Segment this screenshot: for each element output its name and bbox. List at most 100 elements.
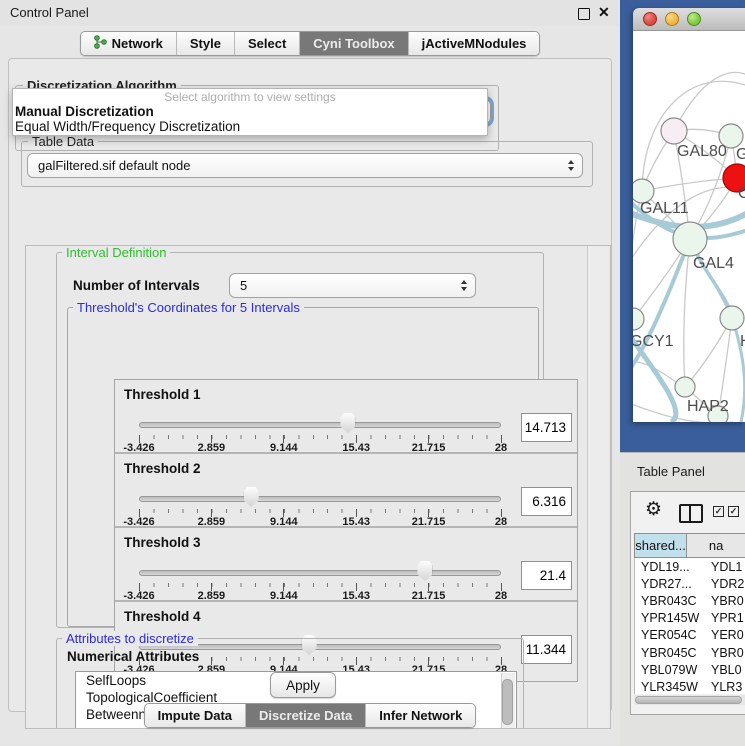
tab-select[interactable]: Select (234, 32, 299, 55)
network-node[interactable] (675, 377, 695, 397)
apply-button[interactable]: Apply (270, 672, 336, 698)
slider-thumb[interactable] (244, 487, 259, 507)
network-node-label: GA (736, 146, 745, 163)
slider-tick-label: 2.859 (198, 516, 226, 528)
tab-style[interactable]: Style (176, 32, 234, 55)
shared-name-cell[interactable]: YBL079W (635, 663, 707, 677)
close-icon[interactable]: ✕ (598, 4, 610, 21)
slider-thumb[interactable] (417, 561, 432, 581)
zoom-traffic-light-icon[interactable] (687, 12, 701, 26)
shared-name-cell[interactable]: YDR27... (635, 577, 707, 591)
slider-track[interactable] (139, 422, 501, 428)
tab-network[interactable]: Network (81, 32, 176, 55)
horizontal-scrollbar[interactable] (634, 695, 745, 705)
name-cell[interactable]: YDL1 (707, 560, 742, 574)
checkbox-icon[interactable]: ✓ (713, 506, 724, 517)
table-row[interactable]: YLR345WYLR3 (635, 678, 745, 694)
slider-tick-label: 9.144 (270, 590, 298, 602)
table-row[interactable]: YER054CYER0 (635, 627, 745, 644)
name-cell[interactable]: YBR0 (707, 646, 744, 660)
horizontal-scrollbar-thumb[interactable] (635, 696, 742, 704)
slider-minor-ticks (139, 509, 501, 513)
network-node[interactable] (633, 308, 644, 330)
threshold-value-field[interactable] (521, 413, 572, 442)
tab-label: Discretize Data (259, 708, 352, 723)
network-edge[interactable] (684, 239, 690, 387)
minimize-traffic-light-icon[interactable] (665, 12, 679, 26)
threshold-value-field[interactable] (521, 635, 572, 664)
tab-label: Network (112, 36, 163, 51)
tab-infer-network[interactable]: Infer Network (365, 704, 475, 727)
gear-icon[interactable]: ⚙ (645, 500, 662, 519)
combo-arrows-icon (461, 274, 467, 297)
shared-name-cell[interactable]: YBR043C (635, 594, 707, 608)
slider-track[interactable] (139, 570, 501, 576)
slider-thumb[interactable] (340, 413, 355, 433)
table-header-row: shared... na (634, 533, 745, 558)
table-row[interactable]: YBR043CYBR0 (635, 592, 745, 609)
table-row[interactable]: YPR145WYPR1 (635, 610, 745, 627)
name-cell[interactable]: YBR0 (707, 594, 744, 608)
tab-jactivemnodules[interactable]: jActiveMNodules (408, 32, 540, 55)
name-cell[interactable]: YER0 (707, 628, 744, 642)
table-row[interactable]: YDR27...YDR2 (635, 575, 745, 592)
network-node[interactable] (720, 306, 744, 330)
network-icon (94, 35, 107, 52)
table-data-combo[interactable]: galFiltered.sif default node (27, 153, 583, 178)
network-edge[interactable] (674, 72, 745, 131)
threshold-panel: Threshold 2-3.4262.8599.14415.4321.71528 (115, 454, 577, 528)
attributes-group-title: Attributes to discretize (62, 631, 198, 646)
close-traffic-light-icon[interactable] (643, 12, 657, 26)
control-panel: Control Panel ✕ Network StyleSelectCyni T… (0, 0, 620, 745)
shared-name-cell[interactable]: YER054C (635, 628, 707, 642)
tab-label: Infer Network (379, 708, 462, 723)
control-panel-title: Control Panel (10, 5, 89, 20)
shared-name-cell[interactable]: YBR045C (635, 646, 707, 660)
threshold-value-field[interactable] (521, 561, 572, 590)
settings-scroll-viewport: Interval Definition Number of Intervals … (25, 245, 611, 729)
threshold-slider[interactable]: -3.4262.8599.14415.4321.71528 (139, 380, 501, 454)
slider-tick-label: 2.859 (198, 442, 226, 454)
network-node[interactable] (661, 118, 687, 144)
column-header-shared-name[interactable]: shared... (634, 533, 687, 558)
slider-tick-label: -3.426 (123, 590, 154, 602)
combo-arrows-icon (568, 154, 574, 177)
control-panel-titlebar: Control Panel ✕ (0, 0, 620, 26)
shared-name-cell[interactable]: YLR345W (635, 680, 707, 694)
checkbox-icon[interactable]: ✓ (728, 506, 739, 517)
tab-impute-data[interactable]: Impute Data (145, 704, 245, 727)
name-cell[interactable]: YBL0 (707, 663, 742, 677)
float-window-icon[interactable] (578, 8, 590, 20)
network-canvas[interactable]: GAL80GACGAL11GAL4GCY1HHAP2 (633, 31, 745, 422)
threshold-slider[interactable]: -3.4262.8599.14415.4321.71528 (139, 454, 501, 528)
table-row[interactable]: YBR045CYBR0 (635, 644, 745, 661)
table-rows[interactable]: YDL19...YDL1YDR27...YDR2YBR043CYBR0YPR14… (634, 558, 745, 694)
slider-track[interactable] (139, 496, 501, 502)
shared-name-cell[interactable]: YPR145W (635, 611, 707, 625)
thresholds-group: Threshold's Coordinates for 5 Intervals … (67, 307, 539, 627)
table-row[interactable]: YBL079WYBL0 (635, 661, 745, 678)
numerical-attributes-label: Numerical Attributes (67, 649, 199, 664)
vertical-scrollbar[interactable] (587, 246, 608, 728)
split-columns-icon[interactable] (679, 504, 703, 523)
algorithm-dropdown-popup: Select algorithm to view settingsManual … (12, 88, 488, 136)
number-of-intervals-combo[interactable]: 5 (229, 273, 476, 298)
algorithm-popup-item[interactable]: Manual Discretization (15, 104, 154, 119)
threshold-panel: Threshold 3-3.4262.8599.14415.4321.71528 (115, 528, 577, 602)
slider-tick-label: 21.715 (412, 516, 446, 528)
name-cell[interactable]: YDR2 (707, 577, 744, 591)
name-cell[interactable]: YPR1 (707, 611, 744, 625)
slider-tick-label: 15.43 (342, 590, 370, 602)
shared-name-cell[interactable]: YDL19... (635, 560, 707, 574)
threshold-value-field[interactable] (521, 487, 572, 516)
network-node-label: GAL4 (693, 255, 734, 272)
tab-cyni-toolbox[interactable]: Cyni Toolbox (299, 32, 407, 55)
network-node[interactable] (673, 222, 707, 256)
column-header-name[interactable]: na (687, 533, 745, 558)
table-row[interactable]: YDL19...YDL1 (635, 558, 745, 575)
network-window-titlebar[interactable] (633, 8, 745, 31)
threshold-slider[interactable]: -3.4262.8599.14415.4321.71528 (139, 528, 501, 602)
tab-discretize-data[interactable]: Discretize Data (245, 704, 365, 727)
algorithm-popup-item[interactable]: Equal Width/Frequency Discretization (15, 119, 240, 134)
name-cell[interactable]: YLR3 (707, 680, 742, 694)
